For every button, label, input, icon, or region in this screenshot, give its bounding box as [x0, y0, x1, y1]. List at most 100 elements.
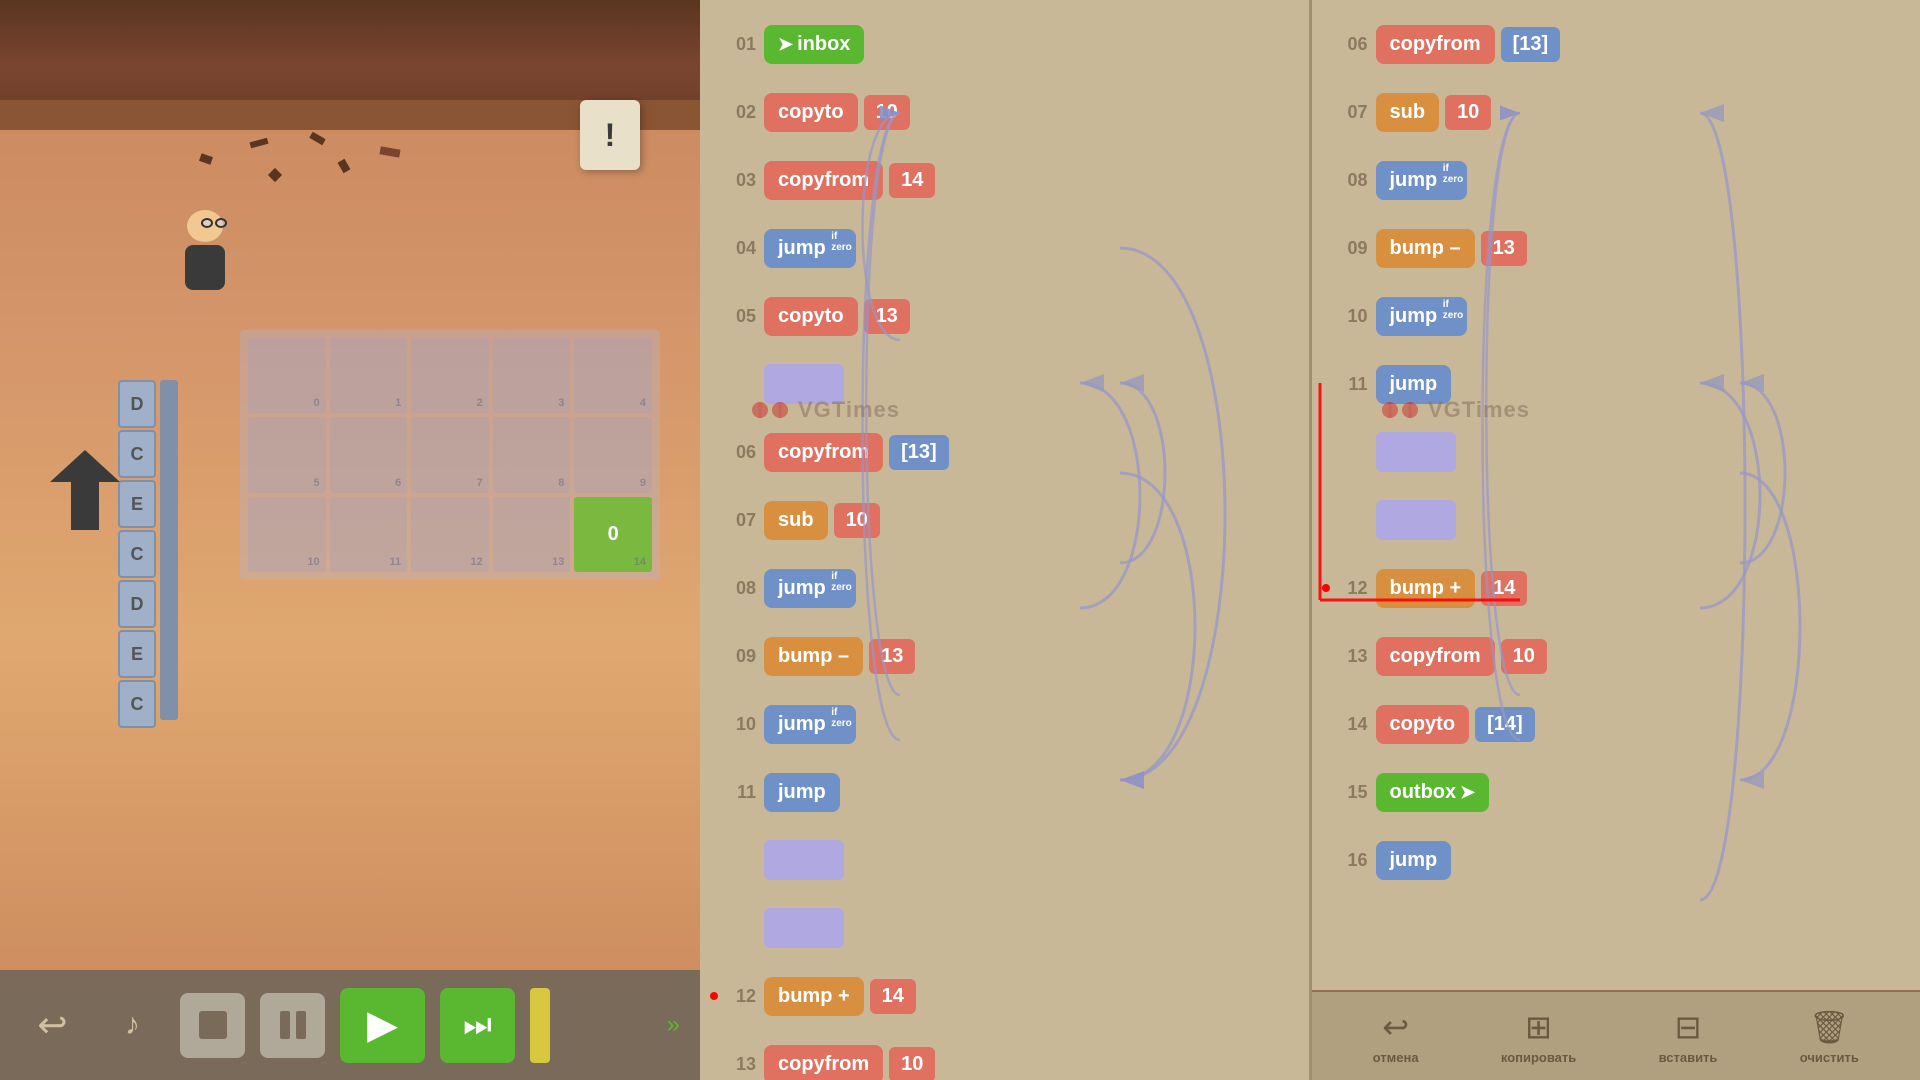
- code-row-12: 12 bump + 14: [700, 962, 1309, 1030]
- instr-08[interactable]: jump ifzero: [764, 569, 856, 608]
- instr-04[interactable]: jump ifzero: [764, 229, 856, 268]
- blank-connector-3: [764, 908, 844, 948]
- code-panel-right[interactable]: 06 copyfrom [13] 07 sub 10 08 jump ifzer…: [1312, 0, 1920, 1080]
- side-letter-d2: D: [118, 580, 156, 628]
- r-sub-pill[interactable]: sub: [1376, 93, 1440, 132]
- side-letter-e: E: [118, 480, 156, 528]
- instr-r08[interactable]: jump ifzero: [1376, 161, 1468, 200]
- copy-toolbar-button[interactable]: ⊞ копировать: [1501, 1008, 1576, 1065]
- jumpifzero-pill[interactable]: jump ifzero: [764, 229, 856, 268]
- instr-10[interactable]: jump ifzero: [764, 705, 856, 744]
- copyto13-pill[interactable]: copyto: [764, 297, 858, 336]
- speed-bar[interactable]: [530, 988, 550, 1063]
- instr-01[interactable]: ➤ inbox: [764, 25, 864, 64]
- stop-button[interactable]: [180, 993, 245, 1058]
- bumpneg-pill[interactable]: bump –: [764, 637, 863, 676]
- r-copyto14-pill[interactable]: copyto: [1376, 705, 1470, 744]
- line-num-02: 02: [708, 102, 756, 123]
- instr-r12[interactable]: bump + 14: [1376, 569, 1528, 608]
- line-num-r07: 07: [1320, 102, 1368, 123]
- undo-button[interactable]: ↩: [20, 993, 85, 1058]
- undo-toolbar-button[interactable]: ↩ отмена: [1373, 1008, 1419, 1065]
- music-button[interactable]: ♪: [100, 993, 165, 1058]
- play-button[interactable]: ▶: [340, 988, 425, 1063]
- code-row-01: 01 ➤ inbox: [700, 10, 1309, 78]
- code-row-07: 07 sub 10: [700, 486, 1309, 554]
- code-panel-left[interactable]: 01 ➤ inbox 02 copyto 10 03 copyfrom 14: [700, 0, 1312, 1080]
- clear-toolbar-icon: 🗑: [1809, 1008, 1850, 1046]
- instr-06[interactable]: copyfrom [13]: [764, 433, 949, 472]
- instr-09[interactable]: bump – 13: [764, 637, 915, 676]
- outbox-pill[interactable]: outbox ➤: [1376, 773, 1490, 812]
- instr-r16[interactable]: jump: [1376, 841, 1452, 880]
- r-bumpneg-pill[interactable]: bump –: [1376, 229, 1475, 268]
- line-num-r10: 10: [1320, 306, 1368, 327]
- r-bumppos-arg: 14: [1481, 571, 1527, 606]
- sub-pill[interactable]: sub: [764, 501, 828, 540]
- r-copyfrom10-pill[interactable]: copyfrom: [1376, 637, 1495, 676]
- line-num-08: 08: [708, 578, 756, 599]
- grid-cell-0: 0: [248, 338, 326, 413]
- copyfrom-arg: 14: [889, 163, 935, 198]
- instr-r13[interactable]: copyfrom 10: [1376, 637, 1547, 676]
- instr-03[interactable]: copyfrom 14: [764, 161, 935, 200]
- jump11-pill[interactable]: jump: [764, 773, 840, 812]
- line-num-r09: 09: [1320, 238, 1368, 259]
- instr-13[interactable]: copyfrom 10: [764, 1045, 935, 1080]
- instr-r11[interactable]: jump: [1376, 365, 1452, 404]
- instr-r14[interactable]: copyto [14]: [1376, 705, 1535, 744]
- grid-cell-3: 3: [493, 338, 571, 413]
- step-button[interactable]: ⏭: [440, 988, 515, 1063]
- code-row-08: 08 jump ifzero: [700, 554, 1309, 622]
- pause-button[interactable]: [260, 993, 325, 1058]
- instr-r10[interactable]: jump ifzero: [1376, 297, 1468, 336]
- jumpifzero08-pill[interactable]: jump ifzero: [764, 569, 856, 608]
- code-row-r08: 08 jump ifzero: [1312, 146, 1920, 214]
- grid-cell-7: 7: [411, 417, 489, 492]
- clear-toolbar-button[interactable]: 🗑 очистить: [1800, 1008, 1859, 1065]
- code-row-05: 05 copyto 13: [700, 282, 1309, 350]
- copyfrom13-pill[interactable]: copyfrom: [764, 433, 883, 472]
- inbox-pill[interactable]: ➤ inbox: [764, 25, 864, 64]
- r-jump16-pill[interactable]: jump: [1376, 841, 1452, 880]
- copyto-pill[interactable]: copyto: [764, 93, 858, 132]
- copyfrom10-pill[interactable]: copyfrom: [764, 1045, 883, 1080]
- instr-11[interactable]: jump: [764, 773, 840, 812]
- grid-cell-12: 12: [411, 497, 489, 572]
- game-panel: ! D C E C D E C 0 1 2 3 4 5: [0, 0, 700, 1080]
- instr-r15[interactable]: outbox ➤: [1376, 773, 1490, 812]
- side-letter-c: C: [118, 430, 156, 478]
- line-num-r13: 13: [1320, 646, 1368, 667]
- instr-05[interactable]: copyto 13: [764, 297, 910, 336]
- copyfrom-pill[interactable]: copyfrom: [764, 161, 883, 200]
- instr-07[interactable]: sub 10: [764, 501, 880, 540]
- code-row-r13: 13 copyfrom 10: [1312, 622, 1920, 690]
- r-jumpifzero10-pill[interactable]: jump ifzero: [1376, 297, 1468, 336]
- instr-02[interactable]: copyto 10: [764, 93, 910, 132]
- paste-toolbar-button[interactable]: ⊟ вставить: [1659, 1008, 1718, 1065]
- copy-toolbar-icon: ⊞: [1525, 1008, 1552, 1046]
- jumpifzero10-pill[interactable]: jump ifzero: [764, 705, 856, 744]
- instr-12[interactable]: bump + 14: [764, 977, 916, 1016]
- bumppos-pill[interactable]: bump +: [764, 977, 864, 1016]
- code-row-blank2: [700, 826, 1309, 894]
- instr-r06[interactable]: copyfrom [13]: [1376, 25, 1561, 64]
- line-num-11: 11: [708, 782, 756, 803]
- r-jumpifzero08-pill[interactable]: jump ifzero: [1376, 161, 1468, 200]
- r-copyfrom10-arg: 10: [1501, 639, 1547, 674]
- line-num-r14: 14: [1320, 714, 1368, 735]
- r-bumppos-pill[interactable]: bump +: [1376, 569, 1476, 608]
- grid-cell-8: 8: [493, 417, 571, 492]
- code-row-r07: 07 sub 10: [1312, 78, 1920, 146]
- blank-connector-1: [764, 364, 844, 404]
- line-num-01: 01: [708, 34, 756, 55]
- r-copyfrom13-pill[interactable]: copyfrom: [1376, 25, 1495, 64]
- side-track: [160, 380, 178, 720]
- line-num-10: 10: [708, 714, 756, 735]
- code-row-09: 09 bump – 13: [700, 622, 1309, 690]
- instr-r09[interactable]: bump – 13: [1376, 229, 1527, 268]
- grid-cells: 0 1 2 3 4 5 6 7 8 9 10 11 12 13 0 14: [240, 330, 660, 580]
- character: [175, 210, 235, 290]
- r-jump11-pill[interactable]: jump: [1376, 365, 1452, 404]
- instr-r07[interactable]: sub 10: [1376, 93, 1492, 132]
